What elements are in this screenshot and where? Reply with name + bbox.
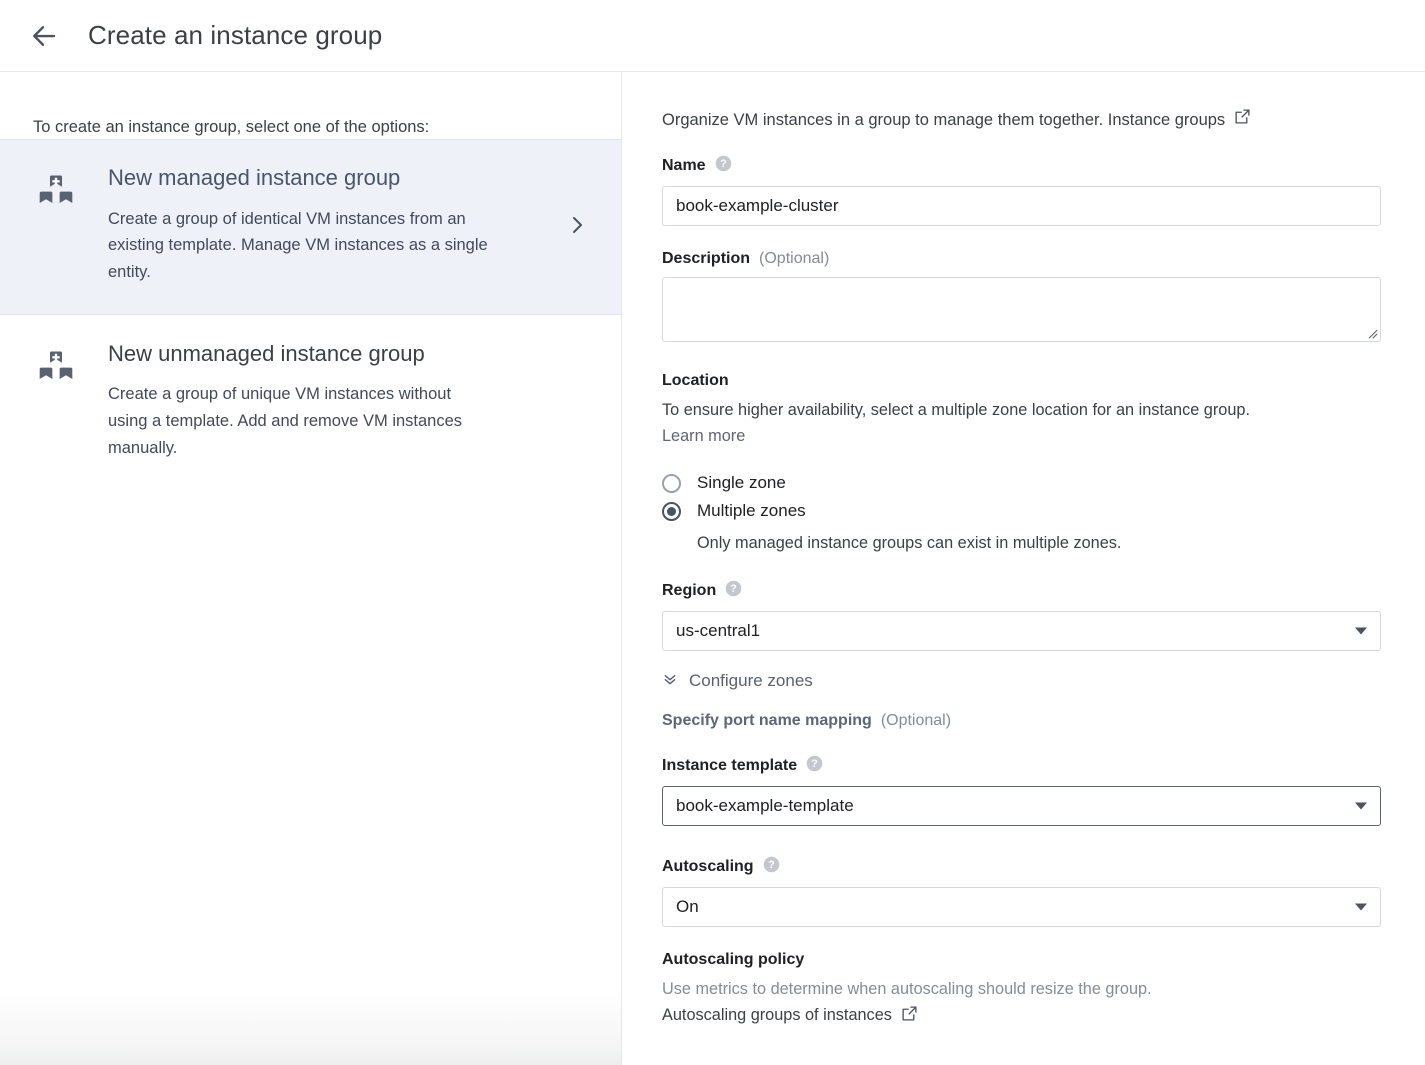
name-label: Name	[662, 157, 706, 175]
option-title: New managed instance group	[108, 165, 401, 191]
help-circle-icon[interactable]: ?	[725, 580, 742, 602]
chevron-down-icon[interactable]	[1355, 627, 1367, 635]
configure-zones-label: Configure zones	[689, 671, 813, 691]
panel-bottom-shadow	[0, 989, 621, 1065]
radio-multiple-zones[interactable]: Multiple zones	[662, 497, 1381, 525]
option-description: Create a group of identical VM instances…	[108, 209, 488, 282]
region-select[interactable]: us-central1	[662, 610, 1381, 651]
autoscaling-groups-link-row[interactable]: Autoscaling groups of instances	[662, 1005, 1381, 1027]
form-intro-text: Organize VM instances in a group to mana…	[662, 110, 1226, 129]
description-label: Description	[662, 250, 751, 268]
location-description: To ensure higher availability, select a …	[662, 401, 1250, 420]
description-label-row: Description (Optional)	[662, 250, 1381, 268]
svg-text:?: ?	[730, 583, 736, 595]
create-instance-group-page: Create an instance group To create an in…	[0, 0, 1425, 1065]
chevron-right-icon[interactable]	[561, 213, 601, 237]
name-label-row: Name ?	[662, 155, 1381, 177]
option-card-text: New managed instance group Create a grou…	[79, 164, 561, 286]
external-link-icon[interactable]	[1234, 108, 1251, 132]
help-circle-icon[interactable]: ?	[715, 155, 732, 177]
multiple-zones-note: Only managed instance groups can exist i…	[697, 534, 1122, 553]
svg-text:?: ?	[720, 158, 726, 170]
autoscaling-label: Autoscaling	[662, 857, 754, 875]
description-textarea[interactable]	[662, 277, 1381, 343]
option-card-managed[interactable]: New managed instance group Create a grou…	[0, 139, 621, 315]
radio-single-zone-label: Single zone	[697, 473, 786, 493]
svg-text:?: ?	[768, 859, 774, 871]
instance-template-select-value: book-example-template	[676, 795, 854, 815]
configure-zones-expander[interactable]: Configure zones	[662, 671, 1381, 692]
option-card-unmanaged[interactable]: New unmanaged instance group Create a gr…	[0, 315, 621, 491]
region-select-value: us-central1	[676, 620, 761, 640]
instance-group-icon	[33, 164, 79, 210]
resize-handle-icon[interactable]	[1365, 326, 1378, 339]
autoscaling-policy-title: Autoscaling policy	[662, 950, 805, 968]
autoscaling-select-value: On	[676, 896, 699, 916]
options-intro: To create an instance group, select one …	[33, 118, 430, 136]
radio-single-zone[interactable]: Single zone	[662, 469, 1381, 497]
help-circle-icon[interactable]: ?	[806, 755, 823, 777]
radio-multiple-zones-label: Multiple zones	[697, 501, 806, 521]
page-title: Create an instance group	[88, 20, 383, 50]
instance-template-select[interactable]: book-example-template	[662, 785, 1381, 826]
option-description: Create a group of unique VM instances wi…	[108, 385, 463, 457]
help-circle-icon[interactable]: ?	[763, 856, 780, 878]
port-mapping-label: Specify port name mapping	[662, 711, 872, 729]
instance-group-icon	[33, 340, 79, 386]
radio-single-zone-control[interactable]	[662, 473, 681, 493]
chevron-down-icon[interactable]	[1355, 903, 1367, 911]
region-label: Region	[662, 581, 717, 599]
name-input[interactable]	[662, 186, 1381, 227]
options-panel: To create an instance group, select one …	[0, 72, 622, 1065]
description-optional-tag: (Optional)	[759, 250, 830, 268]
region-label-row: Region ?	[662, 580, 1381, 602]
double-chevron-down-icon	[662, 671, 678, 692]
autoscaling-select[interactable]: On	[662, 886, 1381, 927]
instance-template-label-row: Instance template ?	[662, 755, 1381, 777]
svg-text:?: ?	[811, 758, 817, 770]
port-mapping-row[interactable]: Specify port name mapping (Optional)	[662, 712, 1381, 730]
autoscaling-policy-description: Use metrics to determine when autoscalin…	[662, 979, 1152, 998]
option-card-text: New unmanaged instance group Create a gr…	[79, 340, 561, 462]
location-title: Location	[662, 372, 729, 390]
autoscaling-label-row: Autoscaling ?	[662, 856, 1381, 878]
form-intro: Organize VM instances in a group to mana…	[662, 108, 1381, 132]
location-learn-more-link[interactable]: Learn more	[662, 423, 1381, 449]
chevron-down-icon[interactable]	[1355, 802, 1367, 810]
external-link-icon[interactable]	[901, 1005, 918, 1027]
page-header: Create an instance group	[0, 0, 1425, 72]
option-title: New unmanaged instance group	[108, 340, 425, 366]
radio-multiple-zones-control[interactable]	[662, 501, 681, 521]
autoscaling-groups-link: Autoscaling groups of instances	[662, 1006, 892, 1025]
page-body: To create an instance group, select one …	[0, 72, 1425, 1065]
form-panel: Organize VM instances in a group to mana…	[622, 72, 1425, 1065]
arrow-left-icon[interactable]	[27, 19, 61, 53]
port-mapping-optional-tag: (Optional)	[880, 711, 952, 729]
instance-template-label: Instance template	[662, 756, 798, 774]
